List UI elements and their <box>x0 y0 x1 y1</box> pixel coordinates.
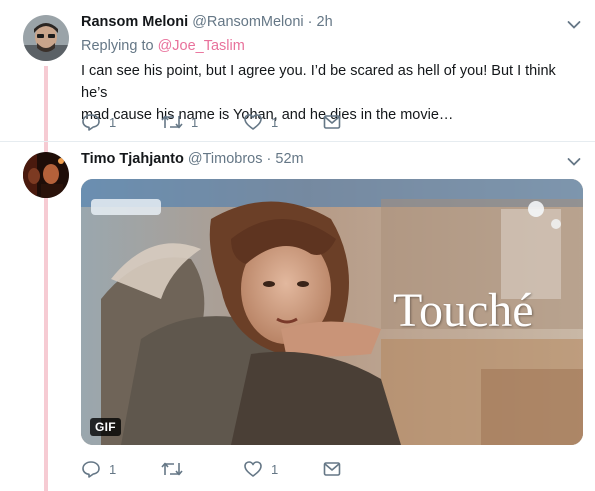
like-icon <box>244 461 262 477</box>
like-count: 1 <box>271 461 279 477</box>
replying-to-label: Replying to <box>81 38 154 54</box>
like-button[interactable]: 1 <box>243 459 278 479</box>
reply-icon <box>82 114 100 131</box>
separator-dot: · <box>307 14 313 30</box>
replying-to-mention[interactable]: @Joe_Taslim <box>158 38 245 54</box>
tweet-actions: 1 1 1 <box>81 112 381 132</box>
tweet-timo-tjahjanto[interactable]: Timo Tjahjanto @Timobros · 52m Touché GI… <box>0 142 595 491</box>
tweet-header: Timo Tjahjanto @Timobros · 52m <box>81 151 304 167</box>
gif-badge: GIF <box>90 418 121 436</box>
avatar-image <box>23 15 69 61</box>
direct-message-icon <box>323 115 341 129</box>
avatar-timo-tjahjanto[interactable] <box>23 152 69 198</box>
tweet-ransom-meloni[interactable]: Ransom Meloni @RansomMeloni · 2h Replyin… <box>0 0 595 140</box>
gif-media[interactable]: Touché GIF <box>81 179 583 445</box>
handle[interactable]: @RansomMeloni <box>192 14 303 30</box>
direct-message-button[interactable] <box>323 112 341 132</box>
reply-icon <box>82 461 100 478</box>
separator-dot: · <box>266 151 272 167</box>
like-button[interactable]: 1 <box>243 112 278 132</box>
reply-count: 1 <box>109 461 117 477</box>
tweet-header: Ransom Meloni @RansomMeloni · 2h <box>81 14 333 30</box>
gif-caption: Touché <box>393 284 534 337</box>
retweet-icon <box>161 462 183 476</box>
avatar-image <box>23 152 69 198</box>
reply-button[interactable]: 1 <box>81 112 116 132</box>
tweet-text-line: I can see his point, but I agree you. I’… <box>81 63 556 101</box>
direct-message-button[interactable] <box>323 459 341 479</box>
like-icon <box>244 114 262 130</box>
reply-count: 1 <box>109 114 117 130</box>
retweet-button[interactable] <box>161 459 191 479</box>
reply-button[interactable]: 1 <box>81 459 116 479</box>
timestamp[interactable]: 2h <box>317 14 333 30</box>
avatar-ransom-meloni[interactable] <box>23 15 69 61</box>
retweet-button[interactable]: 1 <box>161 112 198 132</box>
retweet-icon <box>161 115 183 129</box>
retweet-count: 1 <box>191 114 199 130</box>
tweet-actions: 1 1 <box>81 459 381 479</box>
chevron-down-icon[interactable] <box>567 20 581 30</box>
display-name[interactable]: Timo Tjahjanto <box>81 151 184 167</box>
timestamp[interactable]: 52m <box>275 151 303 167</box>
chevron-down-icon[interactable] <box>567 157 581 167</box>
replying-to: Replying to @Joe_Taslim <box>81 38 245 54</box>
handle[interactable]: @Timobros <box>188 151 263 167</box>
display-name[interactable]: Ransom Meloni <box>81 14 188 30</box>
like-count: 1 <box>271 114 279 130</box>
direct-message-icon <box>323 462 341 476</box>
